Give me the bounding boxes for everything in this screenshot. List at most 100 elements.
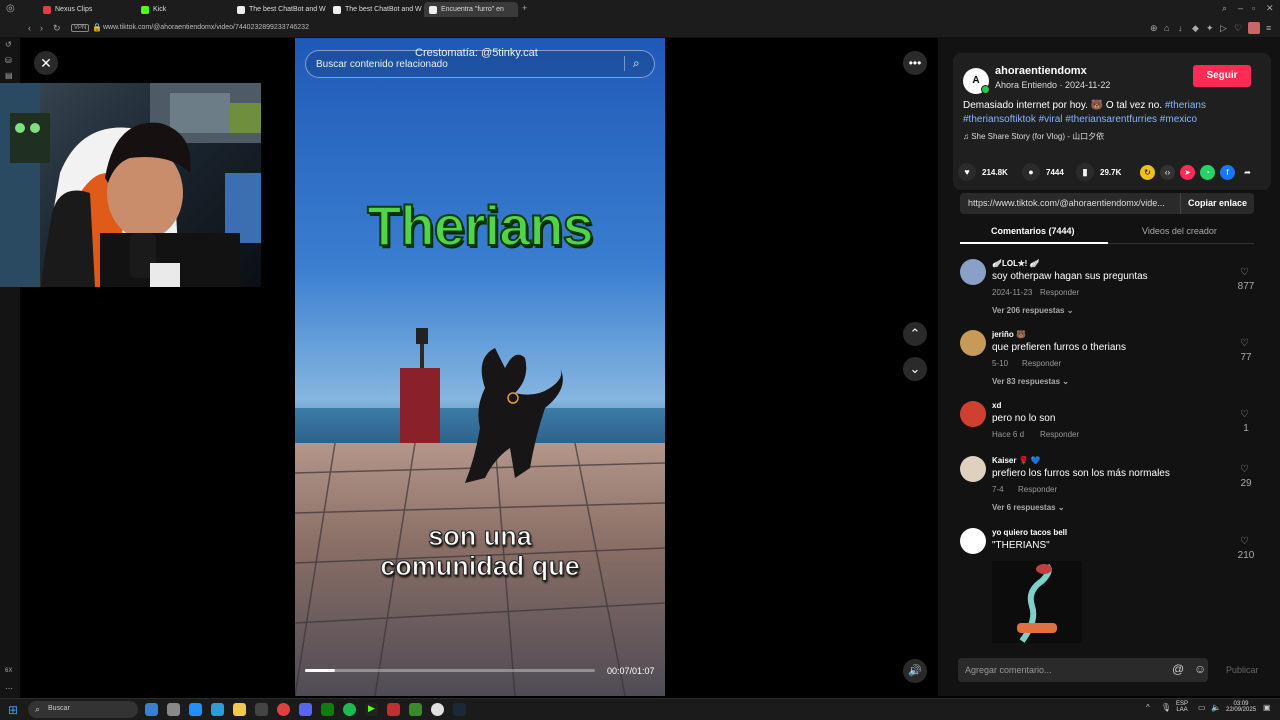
edge-icon[interactable] xyxy=(211,703,224,716)
messenger-icon[interactable]: ▤ xyxy=(5,71,13,80)
follow-button[interactable]: Seguir xyxy=(1193,65,1251,87)
download-icon[interactable]: ↓ xyxy=(1178,23,1183,33)
send-icon[interactable]: ➤ xyxy=(1180,165,1195,180)
view-replies[interactable]: Ver 83 respuestas ⌄ xyxy=(992,377,1069,386)
publish-button[interactable]: Publicar xyxy=(1226,665,1259,675)
tab-creator-videos[interactable]: Videos del creador xyxy=(1142,226,1217,236)
history-icon[interactable]: ↺ xyxy=(5,40,12,49)
facebook-icon[interactable]: f xyxy=(1220,165,1235,180)
shield-icon[interactable]: ◆ xyxy=(1192,23,1199,34)
comment-like-icon[interactable]: ♡ xyxy=(1240,338,1249,349)
tab-comments[interactable]: Comentarios (7444) xyxy=(991,226,1075,236)
minecraft-icon[interactable] xyxy=(409,703,422,716)
url-text[interactable]: www.tiktok.com/@ahoraentiendomx/video/74… xyxy=(103,24,309,31)
speaker-icon[interactable]: 🔈 xyxy=(1211,703,1221,712)
view-replies[interactable]: Ver 6 respuestas ⌄ xyxy=(992,503,1065,512)
next-video-icon[interactable]: ⌄ xyxy=(903,357,927,381)
comment-user[interactable]: jeriño 🐻 xyxy=(992,330,1026,339)
comment-like-icon[interactable]: ♡ xyxy=(1240,464,1249,475)
maximize-icon[interactable]: ▫ xyxy=(1252,3,1255,13)
like-stat[interactable]: ♥ 214.8K xyxy=(958,163,1008,181)
hashtag[interactable]: #therians xyxy=(1165,100,1206,111)
heart-icon[interactable]: ♥ xyxy=(958,163,976,181)
comment-image[interactable] xyxy=(992,561,1082,643)
heart-icon[interactable]: ♡ xyxy=(1234,23,1242,34)
store-icon[interactable] xyxy=(255,703,268,716)
comment-avatar[interactable] xyxy=(960,456,986,482)
extension-icon[interactable]: ✦ xyxy=(1206,23,1214,34)
share-icon[interactable]: ➦ xyxy=(1240,165,1255,180)
creator-username[interactable]: ahoraentiendomx xyxy=(995,65,1087,77)
more-icon[interactable]: ⋯ xyxy=(5,684,13,693)
share-link-text[interactable]: https://www.tiktok.com/@ahoraentiendomx/… xyxy=(968,198,1173,208)
media-app-icon[interactable] xyxy=(387,703,400,716)
spotify-icon[interactable] xyxy=(343,703,356,716)
new-tab-icon[interactable]: + xyxy=(522,3,527,13)
reply-button[interactable]: Responder xyxy=(1018,485,1057,494)
browser-menu-icon[interactable]: ◎ xyxy=(6,3,15,14)
comment-input[interactable]: Agregar comentario... @ ☺ xyxy=(958,658,1208,682)
search-icon[interactable]: ⌕ xyxy=(624,56,640,71)
video-player[interactable]: Buscar contenido relacionado ⌕ Crestomat… xyxy=(295,38,665,696)
comment-user[interactable]: xd xyxy=(992,401,1001,410)
tab-chatbot-2[interactable]: The best ChatBot and W xyxy=(328,2,427,17)
emoji-icon[interactable]: ☺ xyxy=(1194,662,1206,676)
back-icon[interactable]: ‹ xyxy=(28,23,31,33)
copy-link-button[interactable]: Copiar enlace xyxy=(1180,193,1254,214)
comment-avatar[interactable] xyxy=(960,401,986,427)
close-window-icon[interactable]: ✕ xyxy=(1266,3,1274,14)
comment-icon[interactable]: ● xyxy=(1022,163,1040,181)
comment-user[interactable]: 🪽LOL✮! 🪽 xyxy=(992,259,1040,268)
comment-stat[interactable]: ● 7444 xyxy=(1022,163,1064,181)
bookmark-icon[interactable]: ▮ xyxy=(1076,163,1094,181)
comment-like-icon[interactable]: ♡ xyxy=(1240,536,1249,547)
video-progress-bar[interactable] xyxy=(305,669,595,672)
opera-icon[interactable] xyxy=(277,703,290,716)
start-icon[interactable]: ⊞ xyxy=(8,703,18,717)
taskbar-search[interactable]: ⌕ Buscar xyxy=(28,701,138,718)
hashtag[interactable]: #viral xyxy=(1039,114,1063,125)
hashtag[interactable]: #theriansarentfurries xyxy=(1065,114,1157,125)
discord-icon[interactable] xyxy=(299,703,312,716)
language-indicator[interactable]: ESP LAA xyxy=(1176,701,1188,713)
forward-icon[interactable]: › xyxy=(40,23,43,33)
comment-avatar[interactable] xyxy=(960,259,986,285)
browser-settings-icon[interactable]: ≡ xyxy=(1266,23,1271,33)
search-tabs-icon[interactable]: ⌕ xyxy=(1222,3,1227,14)
repost-icon[interactable]: ↻ xyxy=(1140,165,1155,180)
reload-icon[interactable]: ↻ xyxy=(53,23,61,34)
tab-chatbot-1[interactable]: The best ChatBot and W xyxy=(232,2,331,17)
comment-like-icon[interactable]: ♡ xyxy=(1240,409,1249,420)
widgets-icon[interactable] xyxy=(145,703,158,716)
task-view-icon[interactable] xyxy=(167,703,180,716)
network-icon[interactable]: ▭ xyxy=(1198,703,1206,712)
tray-chevron-icon[interactable]: ^ xyxy=(1146,703,1150,712)
tab-tiktok-active[interactable]: Encuentra "furro" en xyxy=(424,2,518,17)
whatsapp-icon[interactable]: ◔ xyxy=(1200,165,1215,180)
zoom-icon[interactable]: ⊕ xyxy=(1150,23,1158,34)
notifications-icon[interactable]: ▣ xyxy=(1263,703,1271,712)
minimize-icon[interactable]: – xyxy=(1238,3,1243,13)
embed-icon[interactable]: ‹› xyxy=(1160,165,1175,180)
clock[interactable]: 03:09 22/09/2025 xyxy=(1226,701,1256,713)
mention-icon[interactable]: @ xyxy=(1172,662,1184,676)
tab-kick[interactable]: Kick xyxy=(136,2,171,17)
comment-avatar[interactable] xyxy=(960,528,986,554)
view-replies[interactable]: Ver 206 respuestas ⌄ xyxy=(992,306,1073,315)
close-icon[interactable]: ✕ xyxy=(34,51,58,75)
comment-user[interactable]: Kaiser 🌹 💙 xyxy=(992,456,1041,465)
wallet-icon[interactable]: ⛁ xyxy=(5,56,12,65)
reply-button[interactable]: Responder xyxy=(1040,288,1079,297)
bookmark-icon[interactable]: ⌂ xyxy=(1164,23,1169,33)
microphone-icon[interactable]: 🎙 xyxy=(1161,703,1171,712)
more-options-icon[interactable]: ••• xyxy=(903,51,927,75)
file-explorer-icon[interactable] xyxy=(233,703,246,716)
xbox-icon[interactable] xyxy=(321,703,334,716)
volume-icon[interactable]: 🔊 xyxy=(903,659,927,683)
comment-like-icon[interactable]: ♡ xyxy=(1240,267,1249,278)
music-track[interactable]: ♫ She Share Story (for Vlog) - 山口夕依 xyxy=(963,131,1104,142)
comment-user[interactable]: yo quiero tacos bell xyxy=(992,528,1067,537)
play-icon[interactable]: ▷ xyxy=(1220,23,1227,34)
mail-icon[interactable] xyxy=(189,703,202,716)
chrome-icon[interactable] xyxy=(431,703,444,716)
